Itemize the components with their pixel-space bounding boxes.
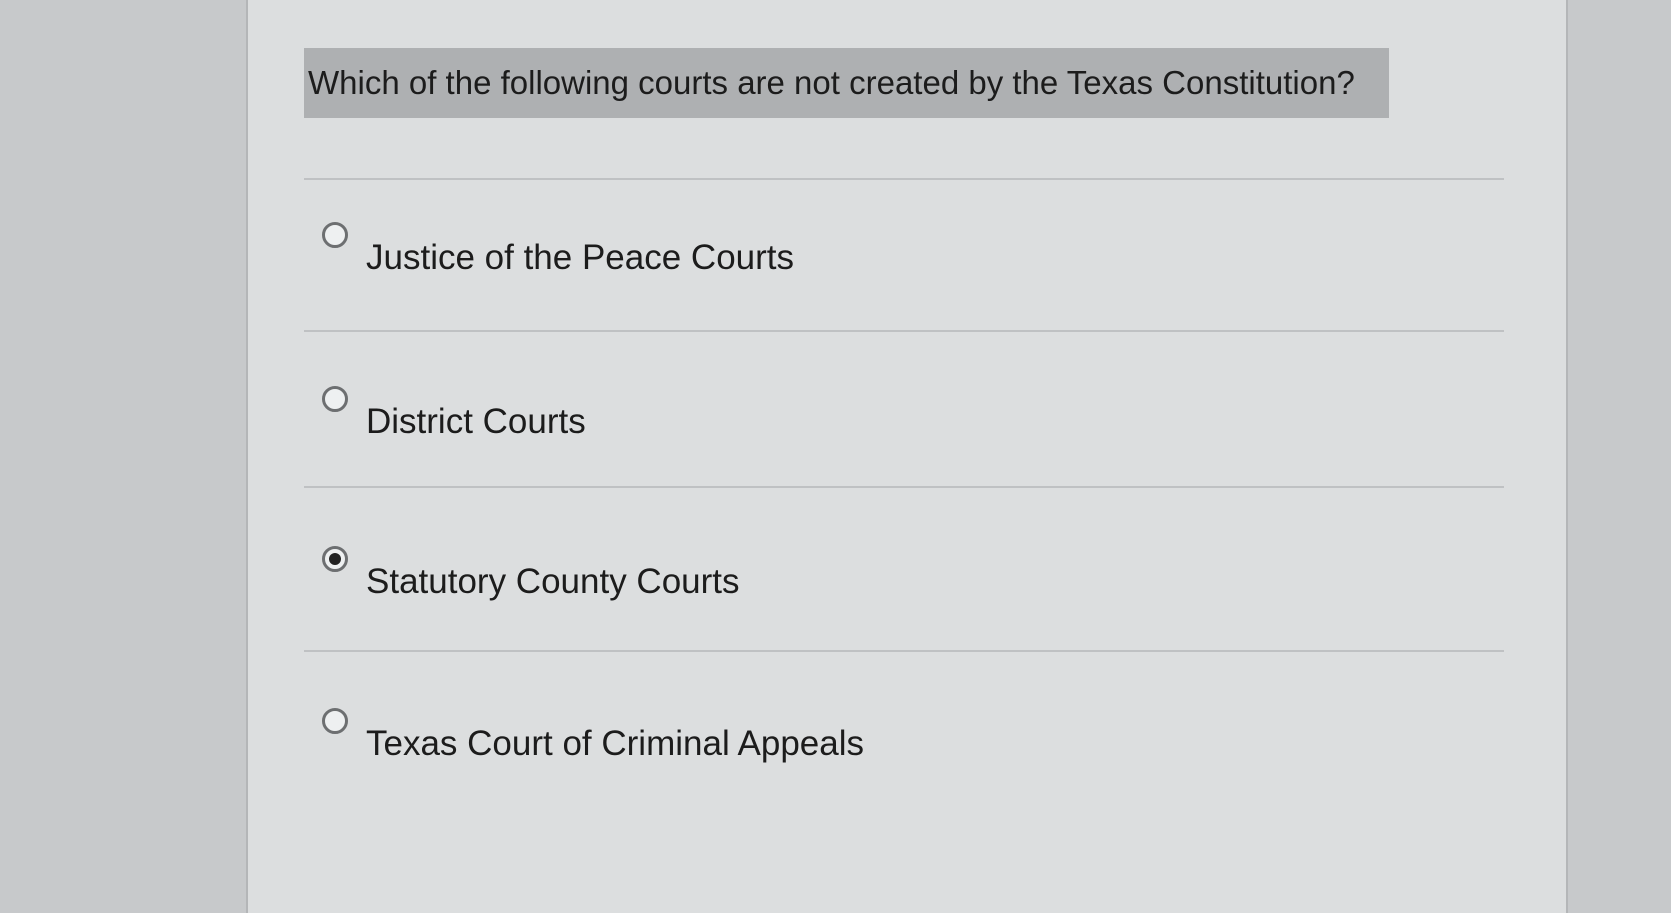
page: Which of the following courts are not cr… [0, 0, 1671, 913]
radio-button-selected[interactable] [322, 546, 348, 572]
radio-button[interactable] [322, 386, 348, 412]
radio-button[interactable] [322, 708, 348, 734]
answer-option-texas-court-of-criminal-appeals[interactable]: Texas Court of Criminal Appeals [304, 708, 1504, 828]
answer-label[interactable]: Texas Court of Criminal Appeals [366, 724, 864, 764]
answer-label[interactable]: Statutory County Courts [366, 562, 740, 602]
answer-label[interactable]: District Courts [366, 402, 586, 442]
question-text: Which of the following courts are not cr… [308, 64, 1355, 101]
question-header: Which of the following courts are not cr… [304, 48, 1389, 118]
quiz-question-panel: Which of the following courts are not cr… [246, 0, 1568, 913]
answer-label[interactable]: Justice of the Peace Courts [366, 238, 794, 278]
divider [304, 650, 1504, 652]
divider [304, 330, 1504, 332]
divider [304, 486, 1504, 488]
answer-option-justice-of-the-peace[interactable]: Justice of the Peace Courts [304, 222, 1504, 342]
radio-button[interactable] [322, 222, 348, 248]
answer-option-statutory-county-courts[interactable]: Statutory County Courts [304, 546, 1504, 666]
answer-option-district-courts[interactable]: District Courts [304, 386, 1504, 506]
divider [304, 178, 1504, 180]
